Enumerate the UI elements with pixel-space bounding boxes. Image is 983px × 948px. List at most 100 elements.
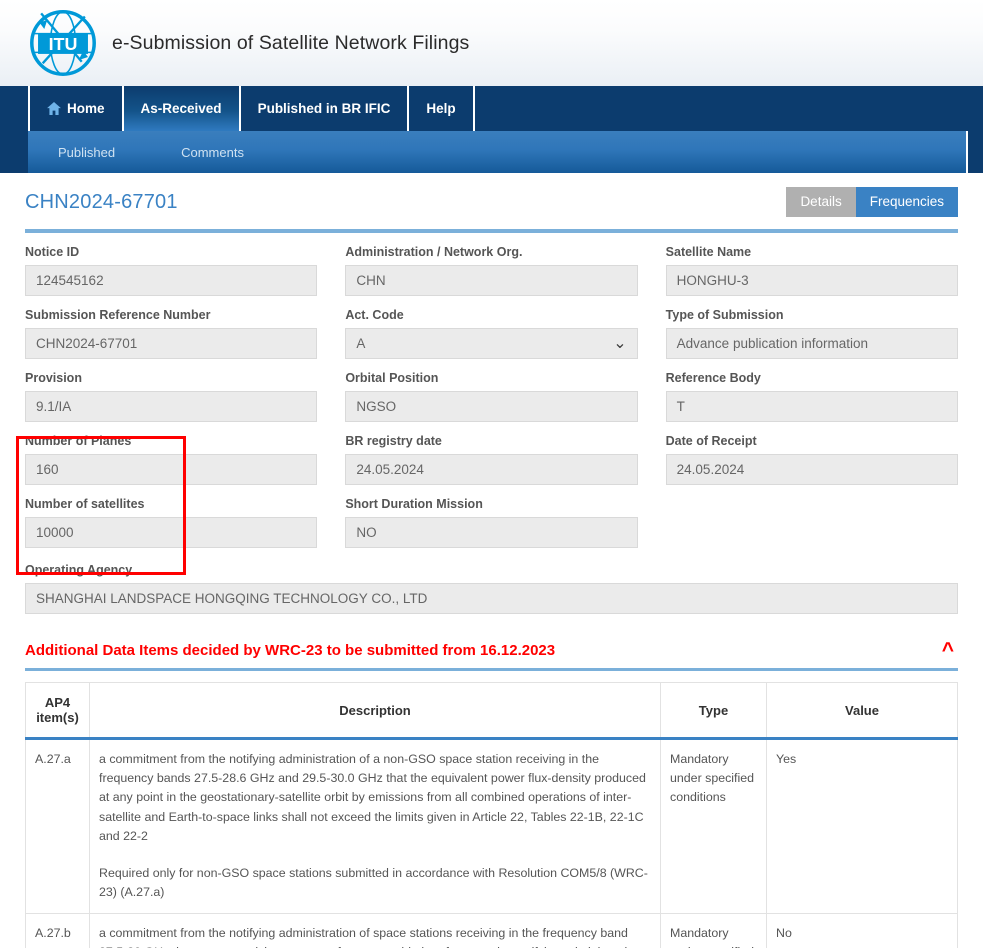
svg-text:ITU: ITU xyxy=(49,34,78,54)
provision-input[interactable]: 9.1/IA xyxy=(25,391,318,422)
nav-tab-published-in-br-ific[interactable]: Published in BR IFIC xyxy=(238,86,410,131)
row-description-paragraph: a commitment from the notifying administ… xyxy=(99,752,646,843)
field-number-of-planes-label: Number of Planes xyxy=(25,434,132,448)
app-banner: ITU e-Submission of Satellite Network Fi… xyxy=(0,0,983,86)
notice-id-input[interactable]: 124545162 xyxy=(25,265,318,296)
column-header-type: Type xyxy=(660,682,767,740)
field-type-of-submission: Type of Submission Advance publication i… xyxy=(665,308,958,359)
itu-globe-logo-icon: ITU xyxy=(24,4,102,82)
column-header-value: Value xyxy=(766,682,958,740)
nav-tab-as-received-label: As-Received xyxy=(140,101,222,116)
subnav-item-published[interactable]: Published xyxy=(58,145,115,160)
row-type: Mandatory under specified conditions xyxy=(660,912,767,948)
row-description-paragraph: a commitment from the notifying administ… xyxy=(99,925,641,948)
field-notice-id: Notice ID 124545162 xyxy=(25,245,318,296)
field-submission-reference-number-label: Submission Reference Number xyxy=(25,308,211,322)
row-item-code: A.27.b xyxy=(25,912,90,948)
field-provision: Provision 9.1/IA xyxy=(25,371,318,422)
orbital-position-input[interactable]: NGSO xyxy=(345,391,638,422)
additional-data-table-wrap: AP4 item(s) Description Type Value A.27.… xyxy=(15,682,968,948)
row-value: Yes xyxy=(766,738,958,914)
field-act-code: Act. Code A ⌄ xyxy=(345,308,638,359)
main-navigation: Home As-Received Published in BR IFIC He… xyxy=(0,86,983,131)
field-satellite-name: Satellite Name HONGHU-3 xyxy=(665,245,958,296)
page-title-row: CHN2024-67701 Details Frequencies xyxy=(15,187,968,217)
field-act-code-label: Act. Code xyxy=(345,308,404,322)
field-short-duration-mission: Short Duration Mission NO xyxy=(345,497,638,548)
frequencies-button[interactable]: Frequencies xyxy=(855,187,958,217)
field-date-of-receipt-label: Date of Receipt xyxy=(665,434,757,448)
additional-data-section-header[interactable]: Additional Data Items decided by WRC-23 … xyxy=(15,640,968,661)
table-row: A.27.b a commitment from the notifying a… xyxy=(25,912,958,948)
chevron-down-icon: ⌄ xyxy=(613,334,627,352)
field-type-of-submission-label: Type of Submission xyxy=(665,308,784,322)
field-reference-body: Reference Body T xyxy=(665,371,958,422)
subnav-left-gutter xyxy=(0,131,28,173)
sub-navigation: Published Comments xyxy=(0,131,983,173)
additional-data-section-title: Additional Data Items decided by WRC-23 … xyxy=(25,642,556,659)
field-number-of-planes: Number of Planes 160 xyxy=(25,434,318,485)
field-administration: Administration / Network Org. CHN xyxy=(345,245,638,296)
br-registry-date-input[interactable]: 24.05.2024 xyxy=(345,454,638,485)
field-administration-label: Administration / Network Org. xyxy=(345,245,523,259)
act-code-select[interactable]: A ⌄ xyxy=(345,328,638,359)
field-number-of-satellites: Number of satellites 10000 xyxy=(25,497,318,548)
chevron-up-icon[interactable]: ^ xyxy=(942,640,954,661)
field-short-duration-mission-label: Short Duration Mission xyxy=(345,497,483,511)
field-satellite-name-label: Satellite Name xyxy=(665,245,752,259)
reference-body-input[interactable]: T xyxy=(665,391,958,422)
field-submission-reference-number: Submission Reference Number CHN2024-6770… xyxy=(25,308,318,359)
field-provision-label: Provision xyxy=(25,371,82,385)
field-br-registry-date: BR registry date 24.05.2024 xyxy=(345,434,638,485)
column-header-description: Description xyxy=(89,682,661,740)
field-operating-agency: Operating Agency SHANGHAI LANDSPACE HONG… xyxy=(25,563,958,614)
nav-tab-as-received[interactable]: As-Received xyxy=(121,86,241,131)
view-toggle-group: Details Frequencies xyxy=(786,187,958,217)
number-of-satellites-input[interactable]: 10000 xyxy=(25,517,318,548)
page-title: CHN2024-67701 xyxy=(25,191,178,213)
field-br-registry-date-label: BR registry date xyxy=(345,434,442,448)
table-header-row: AP4 item(s) Description Type Value xyxy=(25,682,958,740)
home-icon xyxy=(47,102,61,115)
field-operating-agency-label: Operating Agency xyxy=(25,563,133,577)
nav-tab-help[interactable]: Help xyxy=(407,86,475,131)
submission-reference-number-input[interactable]: CHN2024-67701 xyxy=(25,328,318,359)
row-description: a commitment from the notifying administ… xyxy=(89,738,661,914)
title-divider xyxy=(25,229,958,233)
nav-filler xyxy=(472,86,983,131)
field-date-of-receipt: Date of Receipt 24.05.2024 xyxy=(665,434,958,485)
section-divider xyxy=(25,668,958,671)
administration-input[interactable]: CHN xyxy=(345,265,638,296)
field-number-of-satellites-label: Number of satellites xyxy=(25,497,145,511)
subnav-right-gutter xyxy=(968,131,983,173)
additional-data-table: AP4 item(s) Description Type Value A.27.… xyxy=(25,682,958,948)
nav-tab-home-label: Home xyxy=(67,101,105,116)
details-button[interactable]: Details xyxy=(786,187,856,217)
operating-agency-input[interactable]: SHANGHAI LANDSPACE HONGQING TECHNOLOGY C… xyxy=(25,583,958,614)
nav-tab-published-in-br-ific-label: Published in BR IFIC xyxy=(257,101,391,116)
row-type: Mandatory under specified conditions xyxy=(660,738,767,914)
row-description: a commitment from the notifying administ… xyxy=(89,912,661,948)
field-reference-body-label: Reference Body xyxy=(665,371,761,385)
date-of-receipt-input[interactable]: 24.05.2024 xyxy=(665,454,958,485)
table-row: A.27.a a commitment from the notifying a… xyxy=(25,738,958,914)
number-of-planes-input[interactable]: 160 xyxy=(25,454,318,485)
type-of-submission-input[interactable]: Advance publication information xyxy=(665,328,958,359)
row-value: No xyxy=(766,912,958,948)
subnav-bar: Published Comments xyxy=(28,131,968,173)
nav-tab-help-label: Help xyxy=(426,101,456,116)
field-orbital-position-label: Orbital Position xyxy=(345,371,439,385)
column-header-ap4-items: AP4 item(s) xyxy=(25,682,90,740)
field-grid-spacer xyxy=(666,497,958,548)
satellite-name-input[interactable]: HONGHU-3 xyxy=(665,265,958,296)
row-item-code: A.27.a xyxy=(25,738,90,914)
page-content: CHN2024-67701 Details Frequencies Notice… xyxy=(0,187,983,948)
app-title: e-Submission of Satellite Network Filing… xyxy=(112,31,470,54)
notice-details-form: Notice ID 124545162 Administration / Net… xyxy=(15,245,968,626)
nav-tab-home[interactable]: Home xyxy=(28,86,124,131)
short-duration-mission-input[interactable]: NO xyxy=(345,517,638,548)
field-notice-id-label: Notice ID xyxy=(25,245,80,259)
subnav-item-comments[interactable]: Comments xyxy=(181,145,244,160)
row-description-paragraph: Required only for non-GSO space stations… xyxy=(99,866,648,900)
field-orbital-position: Orbital Position NGSO xyxy=(345,371,638,422)
